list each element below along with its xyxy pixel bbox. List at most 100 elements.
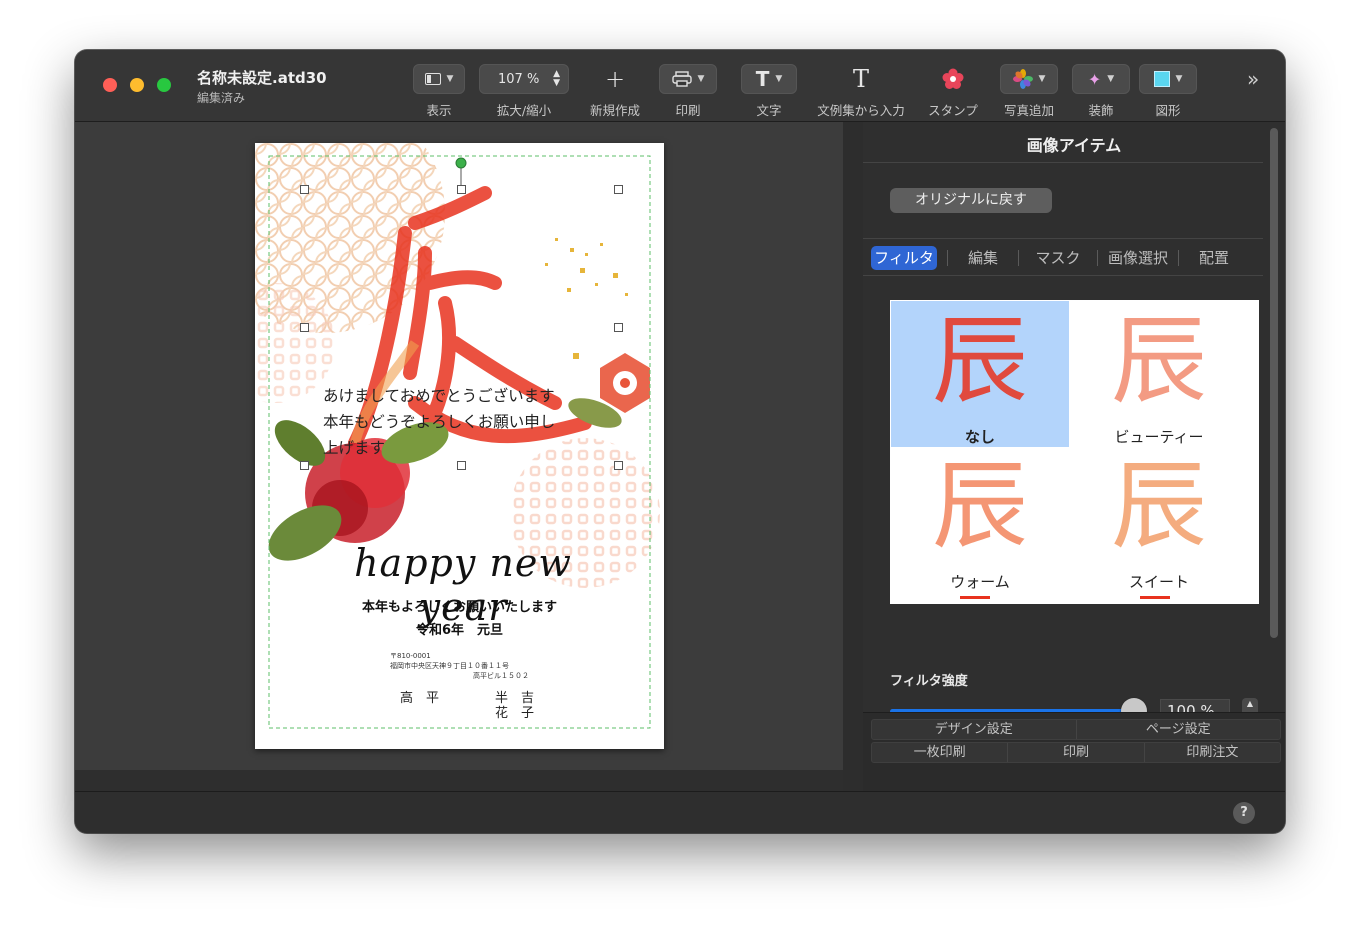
sender-address1[interactable]: 福岡市中央区天神９丁目１０番１１号 xyxy=(390,661,509,671)
filter-preview: 辰 xyxy=(1111,305,1207,417)
filter-thumb-sweet[interactable]: 辰 スイート xyxy=(1070,446,1248,592)
document-title: 名称未設定.atd30 xyxy=(197,69,327,87)
panel-title: 画像アイテム xyxy=(1026,136,1122,155)
text-examples-tool[interactable]: T 文例集から入力 xyxy=(813,64,909,119)
tab-arrange[interactable]: 配置 xyxy=(1179,246,1249,270)
print-order-button[interactable]: 印刷注文 xyxy=(1143,743,1280,762)
resize-handle[interactable] xyxy=(614,323,623,332)
serif-text-icon[interactable]: T xyxy=(813,64,909,94)
shape-label: 図形 xyxy=(1155,103,1181,118)
filter-label: ビューティー xyxy=(1114,428,1204,446)
resize-handle[interactable] xyxy=(457,461,466,470)
printer-icon[interactable]: ▼ xyxy=(659,64,717,94)
single-print-button[interactable]: 一枚印刷 xyxy=(872,743,1007,762)
sender-address2[interactable]: 高平ビル１５０２ xyxy=(473,671,529,681)
panel-footer: デザイン設定 ページ設定 一枚印刷 印刷 印刷注文 xyxy=(863,712,1285,791)
stepper-icon[interactable]: ▲▼ xyxy=(553,70,560,88)
resize-handle[interactable] xyxy=(300,185,309,194)
plus-icon[interactable]: + xyxy=(587,64,643,94)
resize-handle[interactable] xyxy=(300,461,309,470)
filter-preview: 辰 xyxy=(1111,450,1207,562)
filter-preview: 辰 xyxy=(932,305,1028,417)
zoom-label: 拡大/縮小 xyxy=(496,103,552,118)
decoration-tool[interactable]: ✦ ▼ 装飾 xyxy=(1072,64,1130,119)
next-row-preview xyxy=(960,596,990,599)
filter-thumb-beauty[interactable]: 辰 ビューティー xyxy=(1070,301,1248,447)
resize-handle[interactable] xyxy=(614,461,623,470)
print-tool[interactable]: ▼ 印刷 xyxy=(659,64,717,119)
filter-grid: 辰 なし 辰 ビューティー 辰 ウォーム 辰 スイート xyxy=(890,300,1259,604)
greeting-line: 本年もどうぞよろしくお願い申し xyxy=(323,413,556,431)
decoration-label: 装飾 xyxy=(1088,103,1114,118)
tab-mask[interactable]: マスク xyxy=(1019,246,1097,270)
zoom-tool[interactable]: 107 % ▲ ▼ 拡大/縮小 xyxy=(479,64,569,119)
filter-label: ウォーム xyxy=(950,573,1010,591)
filter-strength-label: フィルタ強度 xyxy=(890,674,968,689)
sender-surname[interactable]: 高 平 xyxy=(400,687,439,706)
stamp-label: スタンプ xyxy=(928,103,978,118)
magic-wand-icon[interactable]: ✦ ▼ xyxy=(1072,64,1130,94)
new-label: 新規作成 xyxy=(589,103,640,118)
inspector-panel: 画像アイテム オリジナルに戻す フィルタ 編集 マスク 画像選択 配置 辰 なし… xyxy=(863,122,1285,791)
divider xyxy=(863,162,1263,163)
filter-thumb-warm[interactable]: 辰 ウォーム xyxy=(891,446,1069,592)
filter-label: なし xyxy=(964,428,995,446)
new-tool[interactable]: + 新規作成 xyxy=(587,64,643,119)
sender-name2[interactable]: 花 子 xyxy=(495,702,534,721)
minimize-window-button[interactable] xyxy=(130,78,144,92)
footer-row: デザイン設定 ページ設定 xyxy=(871,719,1281,740)
panel-scrollbar[interactable] xyxy=(1270,128,1278,638)
card-message[interactable]: 本年もよろしくお願いいたします xyxy=(255,596,664,615)
resize-handle[interactable] xyxy=(300,323,309,332)
print-button[interactable]: 印刷 xyxy=(1007,743,1143,762)
revert-original-button[interactable]: オリジナルに戻す xyxy=(890,188,1052,213)
document-status: 編集済み xyxy=(197,91,246,105)
shape-icon[interactable]: ▼ xyxy=(1139,64,1197,94)
card-date[interactable]: 令和6年 元旦 xyxy=(255,619,664,638)
text-icon[interactable]: T ▼ xyxy=(741,64,797,94)
shape-tool[interactable]: ▼ 図形 xyxy=(1139,64,1197,119)
zoom-value: 107 % xyxy=(498,71,540,87)
resize-handle[interactable] xyxy=(614,185,623,194)
app-window: 名称未設定.atd30 編集済み ▼ 表示 107 % ▲ ▼ 拡大/縮小 + 新… xyxy=(75,50,1285,833)
greeting-text[interactable]: あけましておめでとうございます 本年もどうぞよろしくお願い申し 上げます xyxy=(323,383,555,461)
footer-row: 一枚印刷 印刷 印刷注文 xyxy=(871,742,1281,763)
tab-image-select[interactable]: 画像選択 xyxy=(1098,246,1178,270)
divider xyxy=(863,238,1263,239)
new-year-card[interactable]: あけましておめでとうございます 本年もどうぞよろしくお願い申し 上げます hap… xyxy=(255,143,664,749)
panel-divider xyxy=(843,122,863,791)
panel-tabs: フィルタ 編集 マスク 画像選択 配置 xyxy=(871,246,1263,270)
toolbar: 名称未設定.atd30 編集済み ▼ 表示 107 % ▲ ▼ 拡大/縮小 + 新… xyxy=(75,50,1285,122)
stamp-tool[interactable]: スタンプ xyxy=(925,64,981,119)
greeting-line: あけましておめでとうございます xyxy=(323,387,555,405)
tab-edit[interactable]: 編集 xyxy=(948,246,1018,270)
more-tools-icon[interactable]: » xyxy=(1247,67,1259,91)
filter-preview: 辰 xyxy=(932,450,1028,562)
text-examples-label: 文例集から入力 xyxy=(817,103,905,118)
status-bar xyxy=(75,791,1285,833)
divider xyxy=(863,275,1263,276)
resize-handle[interactable] xyxy=(457,185,466,194)
text-label: 文字 xyxy=(756,103,782,118)
zoom-window-button[interactable] xyxy=(157,78,171,92)
text-tool[interactable]: T ▼ 文字 xyxy=(741,64,797,119)
design-settings-button[interactable]: デザイン設定 xyxy=(872,720,1076,739)
script-greeting[interactable]: happy new year xyxy=(313,541,613,629)
filter-thumb-none[interactable]: 辰 なし xyxy=(891,301,1069,447)
page-settings-button[interactable]: ページ設定 xyxy=(1075,720,1281,739)
greeting-line: 上げます xyxy=(323,439,386,457)
view-label: 表示 xyxy=(426,103,452,118)
help-icon[interactable]: ? xyxy=(1233,802,1255,824)
close-window-button[interactable] xyxy=(103,78,117,92)
zoom-field[interactable]: 107 % ▲ ▼ xyxy=(479,64,569,94)
add-photo-label: 写真追加 xyxy=(1003,103,1054,118)
photos-icon[interactable]: ▼ xyxy=(1000,64,1058,94)
sender-zip[interactable]: 〒810-0001 xyxy=(390,651,431,661)
next-row-preview xyxy=(1140,596,1170,599)
add-photo-tool[interactable]: ▼ 写真追加 xyxy=(1000,64,1058,119)
tab-filter[interactable]: フィルタ xyxy=(871,246,937,270)
flower-stamp-icon[interactable] xyxy=(925,64,981,94)
view-tool[interactable]: ▼ 表示 xyxy=(413,64,465,119)
sidebar-icon[interactable]: ▼ xyxy=(413,64,465,94)
print-label: 印刷 xyxy=(675,103,701,118)
